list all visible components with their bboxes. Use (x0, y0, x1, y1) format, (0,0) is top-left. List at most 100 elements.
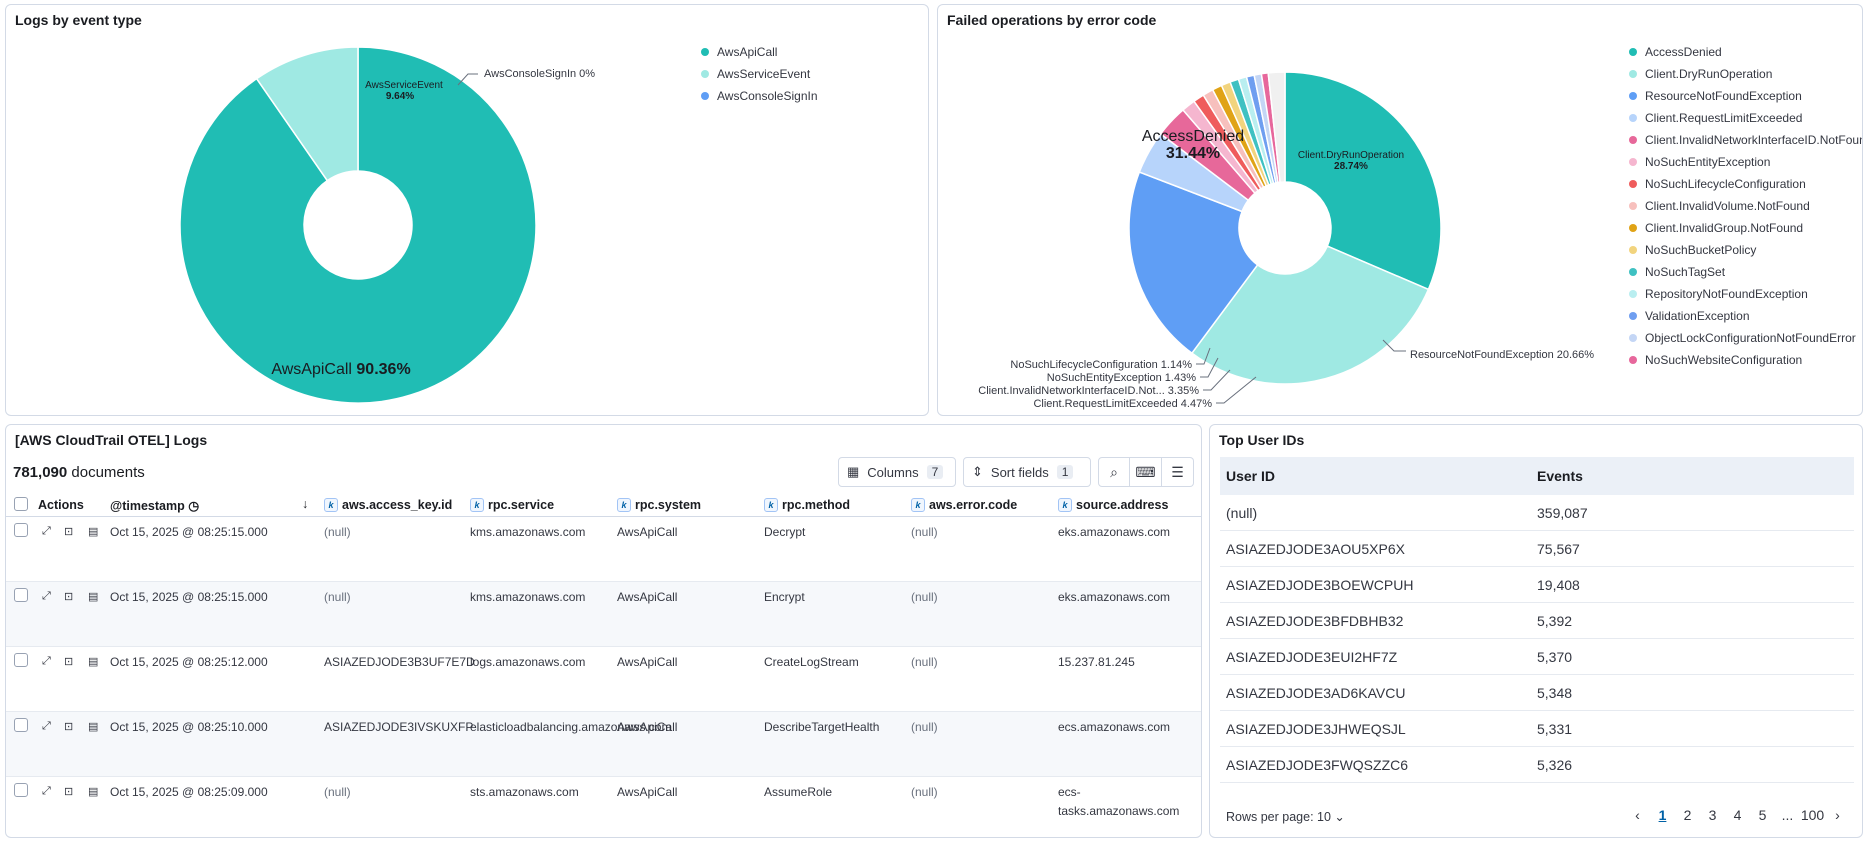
settings-sliders-icon[interactable]: ☰ (1162, 457, 1194, 487)
column-header-access-key[interactable]: k aws.access_key.id (324, 498, 452, 512)
document-icon[interactable]: ▤ (88, 785, 98, 798)
table-row[interactable]: ⤢ ⊡ ▤ Oct 15, 2025 @ 08:25:15.000 (null) kms.… (6, 517, 1201, 582)
column-header-rpc-service[interactable]: k rpc.service (470, 498, 554, 512)
chevron-down-icon: ⌄ (1334, 810, 1345, 824)
row-checkbox[interactable] (14, 653, 28, 667)
table-row[interactable]: ASIAZEDJODE3AD6KAVCU 5,348 (1220, 675, 1854, 711)
legend-label: AccessDenied (1645, 45, 1722, 59)
row-checkbox[interactable] (14, 523, 28, 537)
sort-fields-button[interactable]: ⇕ Sort fields 1 (963, 457, 1091, 487)
document-icon[interactable]: ▤ (88, 655, 98, 668)
table-row[interactable]: ASIAZEDJODE3BOEWCPUH 19,408 (1220, 567, 1854, 603)
legend-item[interactable]: NoSuchLifecycleConfiguration (1629, 175, 1849, 193)
inspect-icon[interactable]: ⊡ (64, 590, 73, 603)
page-number[interactable]: 3 (1700, 807, 1725, 823)
cell-events: 5,331 (1537, 720, 1573, 737)
table-row[interactable]: ASIAZEDJODE3FWQSZZC6 5,326 (1220, 747, 1854, 783)
actions-header: Actions (38, 498, 84, 512)
page-number[interactable]: ... (1775, 807, 1800, 823)
sort-desc-icon[interactable]: ↓ (302, 497, 308, 511)
column-header-source-address[interactable]: k source.address (1058, 498, 1168, 512)
expand-icon[interactable]: ⤢ (42, 720, 51, 733)
expand-icon[interactable]: ⤢ (42, 785, 51, 798)
document-icon[interactable]: ▤ (88, 590, 98, 603)
page-number[interactable]: 1 (1650, 807, 1675, 823)
legend-item[interactable]: ValidationException (1629, 307, 1849, 325)
legend-label: AwsApiCall (717, 45, 778, 59)
legend-swatch (1629, 202, 1637, 210)
inspect-icon[interactable]: ⊡ (64, 525, 73, 538)
row-checkbox[interactable] (14, 783, 28, 797)
events-header[interactable]: Events (1537, 468, 1854, 484)
table-row[interactable]: ⤢ ⊡ ▤ Oct 15, 2025 @ 08:25:10.000 ASIAZEDJOD… (6, 712, 1201, 777)
table-row[interactable]: ASIAZEDJODE3EUI2HF7Z 5,370 (1220, 639, 1854, 675)
row-checkbox[interactable] (14, 588, 28, 602)
legend-item[interactable]: Client.InvalidVolume.NotFound (1629, 197, 1849, 215)
expand-icon[interactable]: ⤢ (42, 525, 51, 538)
legend-item[interactable]: ObjectLockConfigurationNotFoundError (1629, 329, 1856, 347)
legend-swatch (1629, 136, 1637, 144)
legend-item[interactable]: AwsServiceEvent (701, 65, 901, 83)
legend-swatch (701, 48, 709, 56)
prev-page-icon[interactable]: ‹ (1625, 807, 1650, 823)
legend-item[interactable]: AwsApiCall (701, 43, 901, 61)
column-header-rpc-system[interactable]: k rpc.system (617, 498, 701, 512)
legend-item[interactable]: AwsConsoleSignIn (701, 87, 901, 105)
cell-timestamp: Oct 15, 2025 @ 08:25:12.000 (110, 655, 268, 669)
table-row[interactable]: ⤢ ⊡ ▤ Oct 15, 2025 @ 08:25:09.000 (null) sts.… (6, 777, 1201, 837)
rows-per-page-select[interactable]: Rows per page: 10 ⌄ (1226, 809, 1345, 824)
table-row[interactable]: (null) 359,087 (1220, 495, 1854, 531)
table-row[interactable]: ⤢ ⊡ ▤ Oct 15, 2025 @ 08:25:12.000 ASIAZEDJOD… (6, 647, 1201, 712)
document-icon[interactable]: ▤ (88, 720, 98, 733)
legend-item[interactable]: Client.DryRunOperation (1629, 65, 1849, 83)
cell-timestamp: Oct 15, 2025 @ 08:25:10.000 (110, 720, 268, 734)
columns-button[interactable]: ▦ Columns 7 (838, 457, 956, 487)
document-icon[interactable]: ▤ (88, 525, 98, 538)
select-all-checkbox[interactable] (14, 497, 28, 511)
inspect-icon[interactable]: ⊡ (64, 720, 73, 733)
legend-item[interactable]: NoSuchTagSet (1629, 263, 1849, 281)
legend-label: AwsConsoleSignIn (717, 89, 818, 103)
next-page-icon[interactable]: › (1825, 807, 1850, 823)
legend-item[interactable]: NoSuchBucketPolicy (1629, 241, 1849, 259)
cell-user-id: ASIAZEDJODE3AD6KAVCU (1226, 684, 1406, 701)
keyboard-icon[interactable]: ⌨ (1130, 457, 1162, 487)
legend-item[interactable]: RepositoryNotFoundException (1629, 285, 1849, 303)
legend-label: NoSuchEntityException (1645, 155, 1771, 169)
timestamp-header[interactable]: @timestamp ◷ (110, 498, 199, 513)
expand-icon[interactable]: ⤢ (42, 655, 51, 668)
table-row[interactable]: ASIAZEDJODE3JHWEQSJL 5,331 (1220, 711, 1854, 747)
inspect-icon[interactable]: ⊡ (64, 655, 73, 668)
table-row[interactable]: ASIAZEDJODE3AOU5XP6X 75,567 (1220, 531, 1854, 567)
page-number[interactable]: 4 (1725, 807, 1750, 823)
legend-item[interactable]: AccessDenied (1629, 43, 1849, 61)
search-icon[interactable]: ⌕ (1098, 457, 1130, 487)
legend-item[interactable]: ResourceNotFoundException (1629, 87, 1849, 105)
legend-swatch (1629, 70, 1637, 78)
row-checkbox[interactable] (14, 718, 28, 732)
page-number[interactable]: 2 (1675, 807, 1700, 823)
column-header-error-code[interactable]: k aws.error.code (911, 498, 1017, 512)
cell-events: 5,370 (1537, 648, 1573, 665)
legend-swatch (1629, 114, 1637, 122)
inspect-icon[interactable]: ⊡ (64, 785, 73, 798)
user-id-header[interactable]: User ID (1220, 468, 1537, 484)
slice-value: 31.44% (1166, 145, 1220, 162)
cell-rpc-service: logs.amazonaws.com (470, 655, 586, 669)
table-row[interactable]: ASIAZEDJODE3BFDBHB32 5,392 (1220, 603, 1854, 639)
cell-source-address: ecs.amazonaws.com (1058, 720, 1171, 734)
cell-error-code: (null) (911, 785, 938, 799)
expand-icon[interactable]: ⤢ (42, 590, 51, 603)
legend-item[interactable]: NoSuchWebsiteConfiguration (1629, 351, 1849, 369)
legend-item[interactable]: NoSuchEntityException (1629, 153, 1849, 171)
legend-item[interactable]: Client.RequestLimitExceeded (1629, 109, 1849, 127)
pie-slice[interactable] (1284, 71, 1442, 291)
column-header-rpc-method[interactable]: k rpc.method (764, 498, 850, 512)
cell-events: 75,567 (1537, 540, 1580, 557)
page-number[interactable]: 100 (1800, 807, 1825, 823)
cell-user-id: ASIAZEDJODE3BFDBHB32 (1226, 612, 1404, 629)
page-number[interactable]: 5 (1750, 807, 1775, 823)
legend-item[interactable]: Client.InvalidNetworkInterfaceID.NotFoun… (1629, 131, 1862, 149)
legend-item[interactable]: Client.InvalidGroup.NotFound (1629, 219, 1849, 237)
table-row[interactable]: ⤢ ⊡ ▤ Oct 15, 2025 @ 08:25:15.000 (null) kms.… (6, 582, 1201, 647)
